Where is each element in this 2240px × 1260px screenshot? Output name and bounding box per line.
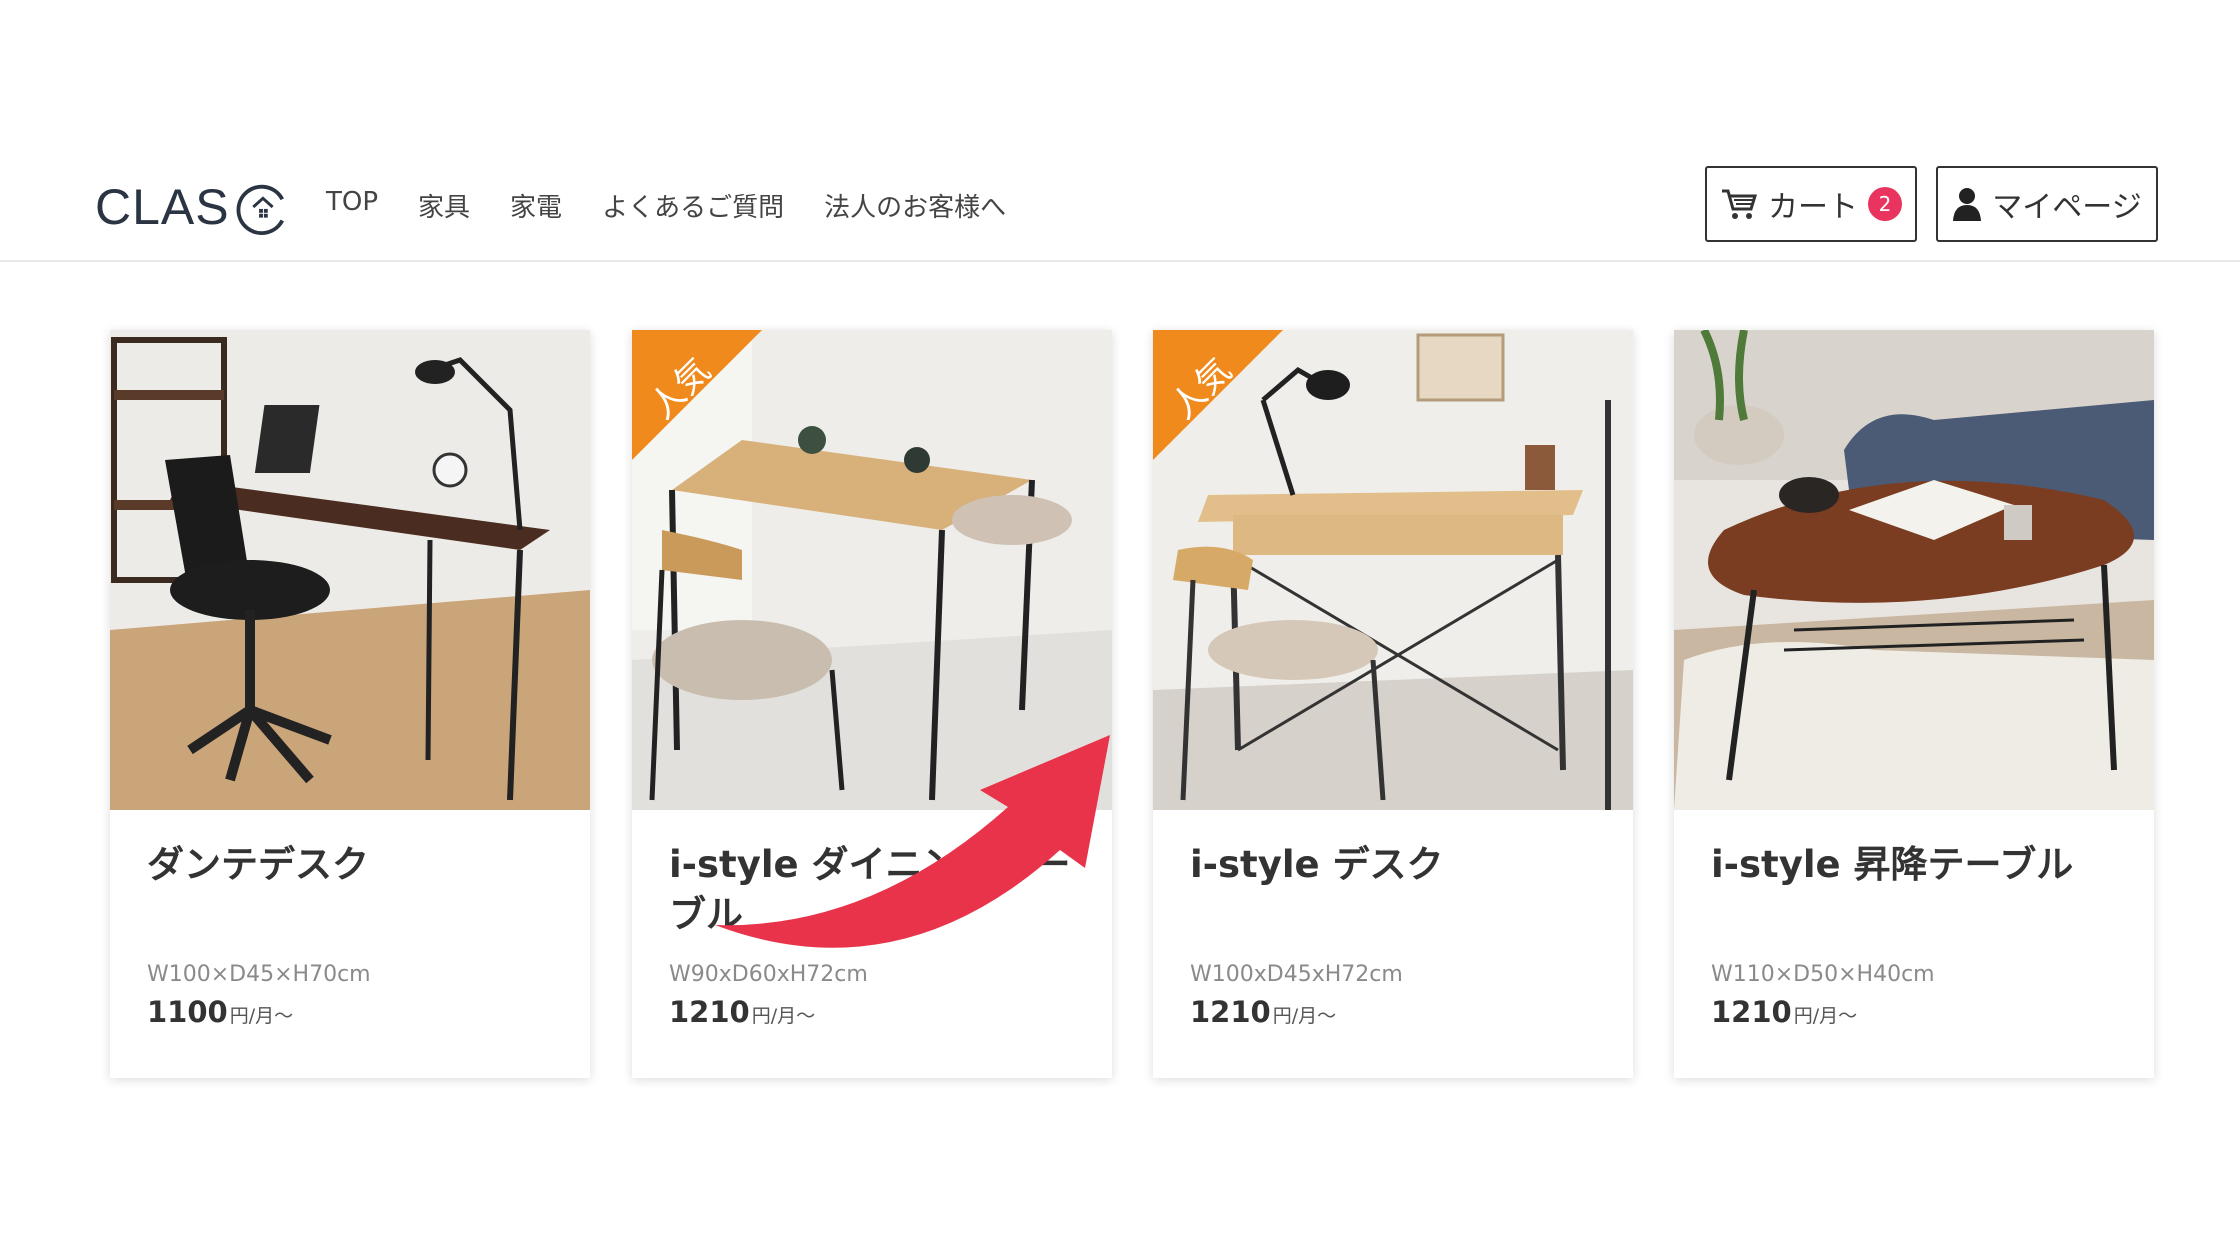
user-icon	[1953, 188, 1982, 221]
house-logo-icon	[236, 184, 284, 235]
product-price: 1210 円/月〜	[669, 995, 815, 1029]
product-title[interactable]: ダンテデスク	[147, 840, 567, 890]
product-title[interactable]: i-style ダイニングテーブル	[669, 840, 1089, 940]
nav-appliances[interactable]: 家電	[510, 187, 562, 224]
price-value: 1210	[1190, 995, 1271, 1029]
nav-business[interactable]: 法人のお客様へ	[824, 187, 1006, 224]
site-header: CLAS TOP 家具 家電 よくあるご質問 法人のお客様へ カート 2 マイペ…	[0, 0, 2240, 262]
product-image[interactable]	[110, 330, 590, 810]
product-price: 1100 円/月〜	[147, 995, 293, 1029]
product-card[interactable]: ダンテデスク W100×D45×H70cm 1100 円/月〜	[110, 330, 590, 1078]
product-size: W100xD45xH72cm	[1190, 962, 1403, 987]
logo[interactable]: CLAS	[95, 172, 290, 242]
coffee-table-photo	[1674, 330, 2154, 810]
nav-top[interactable]: TOP	[326, 187, 378, 224]
price-value: 1210	[669, 995, 750, 1029]
price-value: 1100	[147, 995, 228, 1029]
price-unit: 円/月〜	[229, 1005, 294, 1027]
cart-icon	[1722, 189, 1758, 219]
nav-faq[interactable]: よくあるご質問	[602, 187, 784, 224]
product-card[interactable]: 人気 i-style デスク W100xD45xH72cm 1210 円/月〜	[1153, 330, 1633, 1078]
product-size: W100×D45×H70cm	[147, 962, 371, 987]
product-image[interactable]	[1674, 330, 2154, 810]
product-card[interactable]: 人気 i-style ダイニングテーブル W90xD60xH72cm 1210 …	[632, 330, 1112, 1078]
product-size: W90xD60xH72cm	[669, 962, 868, 987]
mypage-button[interactable]: マイページ	[1936, 166, 2158, 242]
product-image[interactable]: 人気	[632, 330, 1112, 810]
product-price: 1210 円/月〜	[1711, 995, 1857, 1029]
product-price: 1210 円/月〜	[1190, 995, 1336, 1029]
desk-photo	[110, 330, 590, 810]
mypage-label: マイページ	[1992, 190, 2142, 225]
product-card[interactable]: i-style 昇降テーブル W110×D50×H40cm 1210 円/月〜	[1674, 330, 2154, 1078]
product-image[interactable]: 人気	[1153, 330, 1633, 810]
nav-furniture[interactable]: 家具	[418, 187, 470, 224]
price-unit: 円/月〜	[1272, 1005, 1337, 1027]
cart-label: カート	[1768, 190, 1858, 225]
price-unit: 円/月〜	[751, 1005, 816, 1027]
price-value: 1210	[1711, 995, 1792, 1029]
price-unit: 円/月〜	[1793, 1005, 1858, 1027]
product-size: W110×D50×H40cm	[1711, 962, 1935, 987]
main-nav: TOP 家具 家電 よくあるご質問 法人のお客様へ	[326, 187, 1006, 224]
product-title[interactable]: i-style 昇降テーブル	[1711, 840, 2131, 890]
cart-count-badge: 2	[1868, 187, 1902, 221]
product-title[interactable]: i-style デスク	[1190, 840, 1610, 890]
cart-button[interactable]: カート 2	[1705, 166, 1917, 242]
